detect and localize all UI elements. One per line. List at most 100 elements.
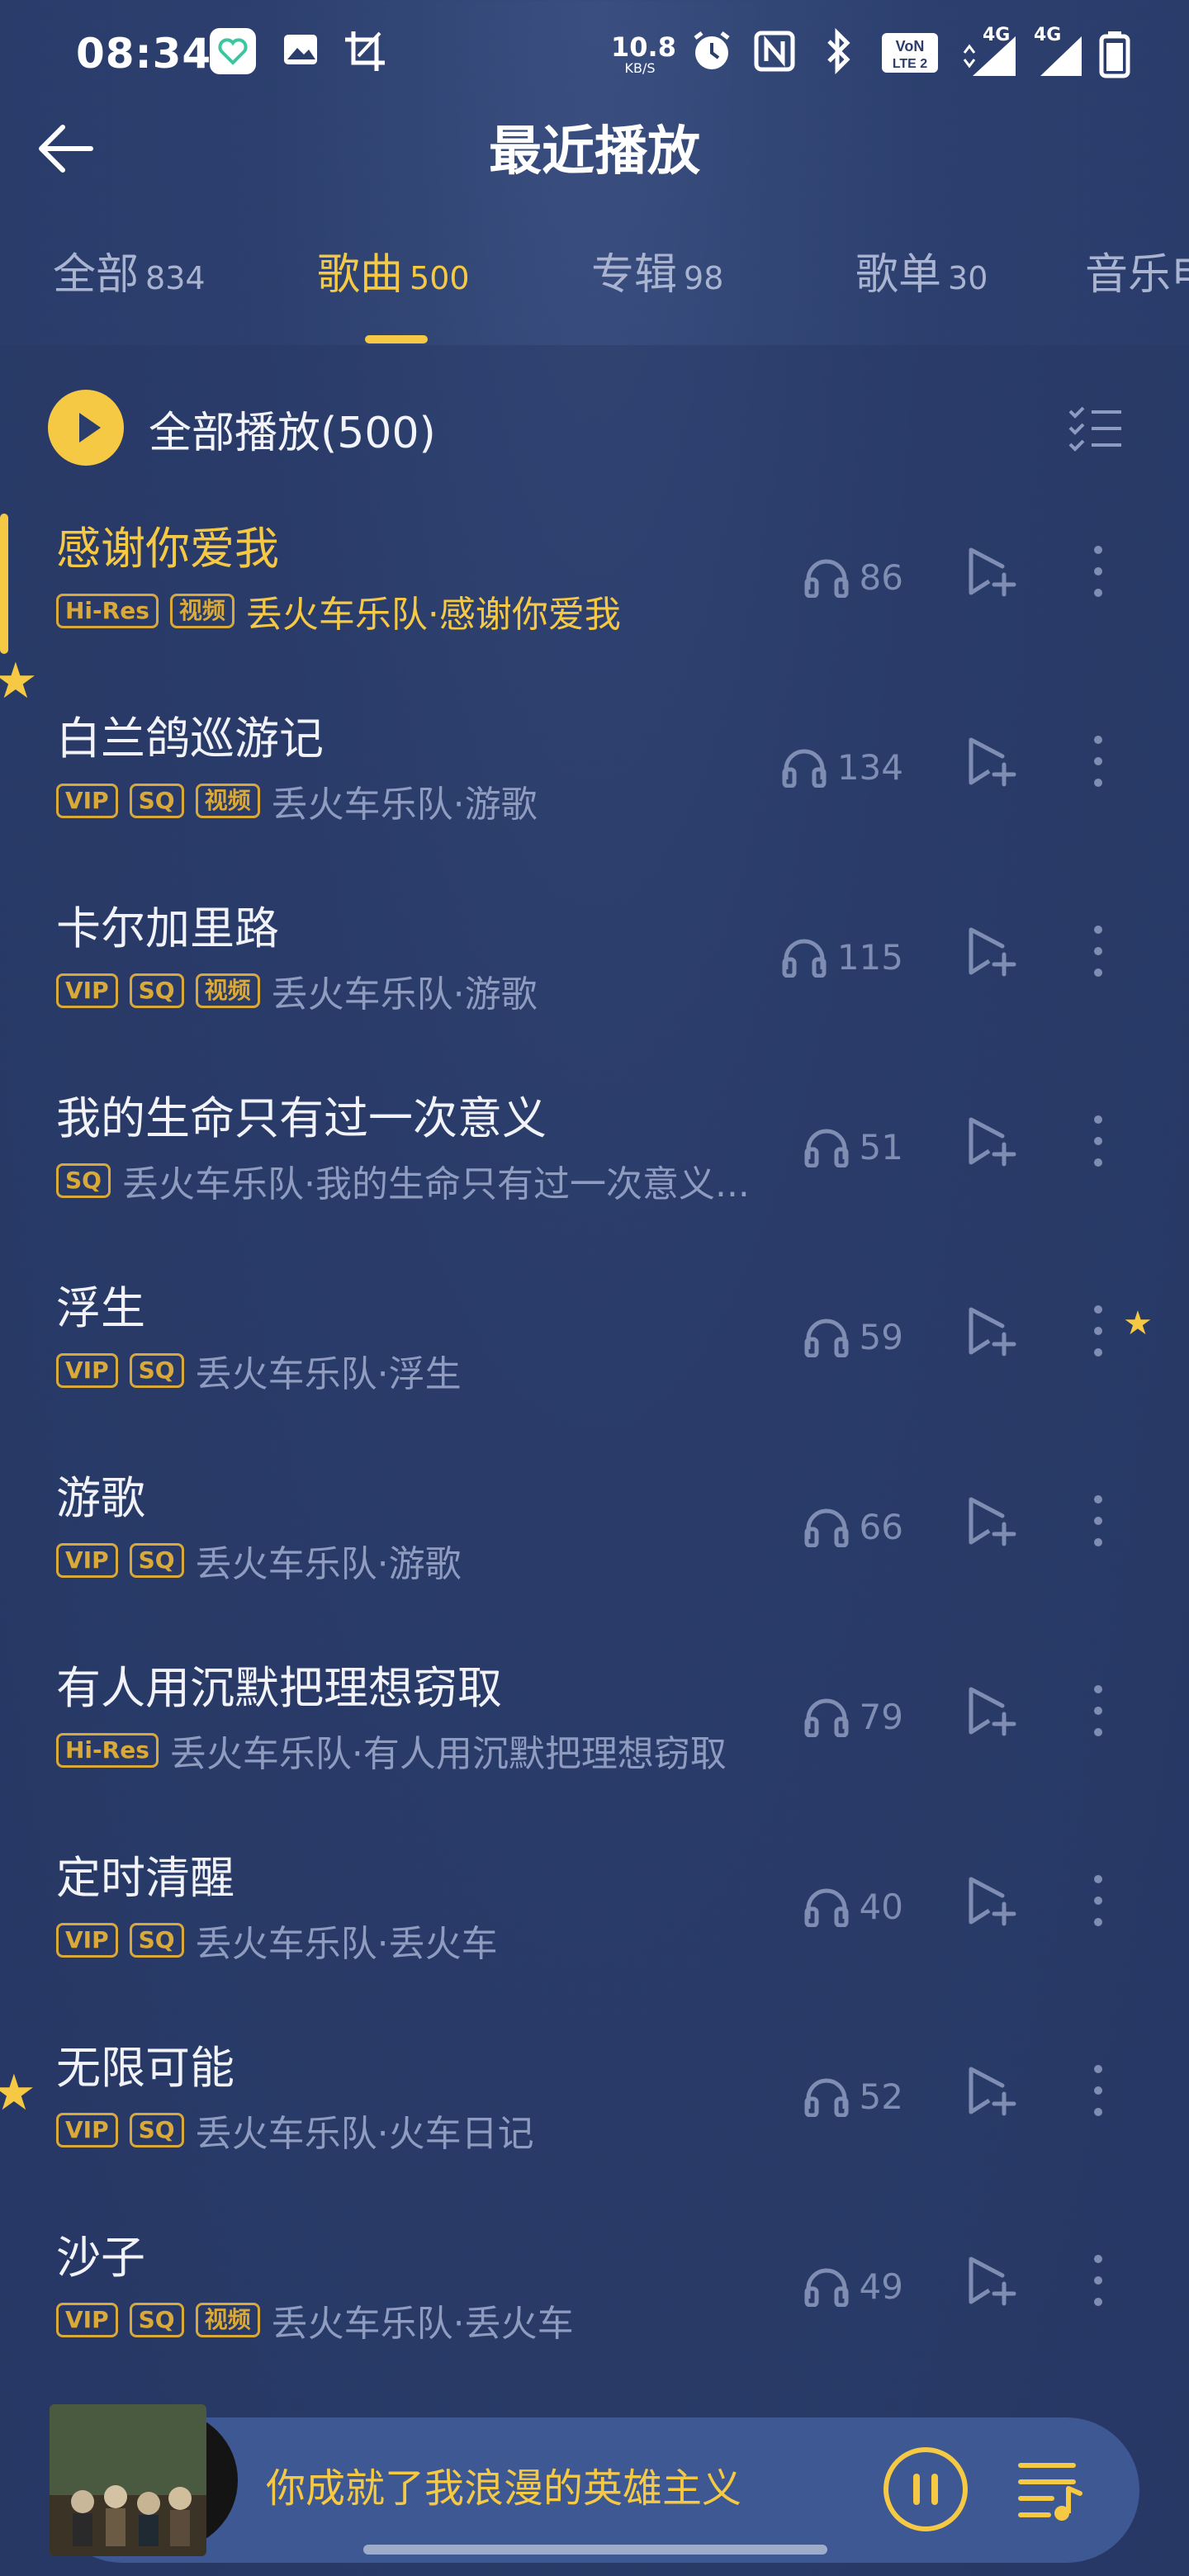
song-row[interactable]: 沙子 VIP SQ 视频 丢火车乐队·丢火车 49 [0,2196,1189,2384]
more-button[interactable] [1087,1871,1110,1930]
add-to-playlist-button[interactable] [964,925,1017,978]
tab-albums[interactable]: 专辑 98 [591,239,723,322]
add-to-playlist-button[interactable] [964,1115,1017,1167]
add-to-playlist-button[interactable] [964,1494,1017,1547]
tab-label: 专辑 [591,250,678,300]
tab-songs[interactable]: 歌曲 500 [317,239,470,322]
net-speed: 10.8 KB/S [611,33,676,76]
tab-music-radio[interactable]: 音乐电 [1085,239,1189,322]
health-app-icon [210,28,256,74]
nfc-icon [753,28,796,78]
song-title: 浮生 [56,1282,145,1334]
song-title: 感谢你爱我 [56,523,279,575]
add-to-playlist-icon [969,2067,1016,2116]
play-count-value: 66 [859,1506,903,1547]
multi-select-icon[interactable] [1067,403,1125,452]
add-to-playlist-button[interactable] [964,1305,1017,1357]
play-count: 79 [803,1696,903,1737]
status-time: 08:34 [76,30,212,78]
more-button[interactable] [1087,921,1110,981]
play-count-value: 115 [836,936,903,978]
song-meta: VIP SQ 丢火车乐队·游歌 [56,1534,462,1587]
more-button[interactable] [1087,2061,1110,2120]
quality-badge: VIP [56,1353,118,1388]
play-all-button[interactable] [48,390,124,466]
quality-badge: SQ [129,973,184,1008]
song-row[interactable]: 定时清醒 VIP SQ 丢火车乐队·丢火车 40 [0,1816,1189,2005]
more-icon [1094,736,1102,787]
song-title: 无限可能 [56,2042,234,2094]
star-decoration: ★ [1123,1305,1153,1342]
add-to-playlist-button[interactable] [964,735,1017,788]
tab-label: 音乐电 [1085,250,1189,300]
song-artist-album: 丢火车乐队·浮生 [195,1353,462,1395]
song-artist-album: 丢火车乐队·火车日记 [195,2113,534,2155]
quality-badge: SQ [129,1543,184,1578]
song-row[interactable]: 我的生命只有过一次意义 SQ 丢火车乐队·我的生命只有过一次意义... 51 [0,1057,1189,1245]
song-row[interactable]: 有人用沉默把理想窃取 Hi-Res 丢火车乐队·有人用沉默把理想窃取 79 [0,1627,1189,1815]
more-button[interactable] [1087,2251,1110,2310]
battery-icon [1098,30,1131,83]
quality-badge: SQ [129,784,184,818]
play-count: 86 [803,556,903,598]
tab-count: 500 [410,260,470,296]
svg-text:VoN: VoN [896,38,925,54]
song-meta: VIP SQ 丢火车乐队·浮生 [56,1344,462,1397]
play-count: 49 [803,2266,903,2307]
song-row[interactable]: 浮生 VIP SQ 丢火车乐队·浮生 59 [0,1247,1189,1435]
song-row[interactable]: 无限可能 VIP SQ 丢火车乐队·火车日记 52 [0,2006,1189,2195]
song-row[interactable]: 游歌 VIP SQ 丢火车乐队·游歌 66 [0,1437,1189,1625]
play-count-value: 51 [859,1126,903,1167]
add-to-playlist-button[interactable] [964,545,1017,598]
more-icon [1094,1305,1102,1357]
play-count-value: 40 [859,1886,903,1927]
more-icon [1094,1115,1102,1167]
tab-count: 30 [948,260,988,296]
add-to-playlist-button[interactable] [964,1684,1017,1737]
headphones-icon [804,1888,849,1927]
more-icon [1094,926,1102,977]
home-indicator[interactable] [363,2545,827,2555]
song-row[interactable]: 卡尔加里路 VIP SQ 视频 丢火车乐队·游歌 115 [0,867,1189,1055]
add-to-playlist-button[interactable] [964,1874,1017,1927]
more-icon [1094,1875,1102,1926]
more-button[interactable] [1087,1681,1110,1740]
song-artist-album: 丢火车乐队·丢火车 [195,1923,498,1965]
tab-all[interactable]: 全部 834 [53,239,206,322]
album-art[interactable] [50,2404,206,2556]
song-title: 卡尔加里路 [56,902,279,954]
song-meta: Hi-Res 丢火车乐队·有人用沉默把理想窃取 [56,1724,727,1777]
song-row[interactable]: 白兰鸽巡游记 VIP SQ 视频 丢火车乐队·游歌 134 [0,677,1189,865]
playlist-button[interactable] [1016,2454,1085,2523]
more-button[interactable] [1087,732,1110,791]
song-row[interactable]: 感谢你爱我 Hi-Res 视频 丢火车乐队·感谢你爱我 86 [0,487,1189,675]
song-artist-album: 丢火车乐队·有人用沉默把理想窃取 [169,1733,727,1775]
headphones-icon [804,559,849,598]
add-to-playlist-button[interactable] [964,2254,1017,2307]
headphones-icon [782,749,827,788]
more-button[interactable] [1087,1301,1110,1361]
now-playing-title[interactable]: 你成就了我浪漫的英雄主义 [266,2455,741,2513]
signal-4g-label-1: 4G [983,25,1011,45]
play-count: 51 [803,1126,903,1167]
status-bar: 08:34 10.8 KB/S VoN LTE 2 4G 4G [0,0,1189,107]
pause-button[interactable] [882,2446,969,2533]
more-icon [1094,1685,1102,1736]
add-to-playlist-button[interactable] [964,2064,1017,2117]
headphones-icon [804,2078,849,2117]
more-icon [1094,1495,1102,1546]
play-count-value: 52 [859,2076,903,2117]
tab-label: 歌曲 [317,250,404,300]
more-icon [1094,2065,1102,2116]
more-button[interactable] [1087,542,1110,601]
more-button[interactable] [1087,1491,1110,1551]
headphones-icon [804,2268,849,2307]
song-meta: Hi-Res 视频 丢火车乐队·感谢你爱我 [56,585,621,637]
pause-icon [883,2447,968,2531]
play-all-label[interactable]: 全部播放(500) [149,398,436,460]
quality-badge: SQ [56,1163,111,1198]
tab-bar: 全部834 歌曲500 专辑98 歌单30 音乐电 [0,239,1189,347]
gallery-icon [279,28,322,74]
more-button[interactable] [1087,1111,1110,1171]
tab-playlists[interactable]: 歌单 30 [855,239,988,322]
